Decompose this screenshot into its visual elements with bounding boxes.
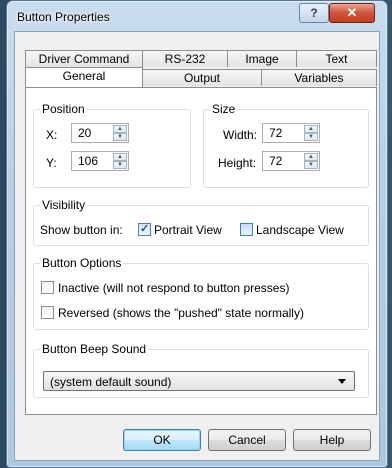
y-label: Y: xyxy=(46,156,57,170)
tab-output[interactable]: Output xyxy=(142,69,262,86)
tab-text[interactable]: Text xyxy=(296,50,377,67)
visibility-legend: Visibility xyxy=(42,198,86,212)
title-bar[interactable]: Button Properties ? ✕ xyxy=(7,1,387,31)
close-icon[interactable]: ✕ xyxy=(329,3,375,23)
y-spinner[interactable]: 106 ▲ ▼ xyxy=(71,151,129,171)
position-legend: Position xyxy=(42,102,85,116)
visibility-group: Visibility xyxy=(33,198,369,246)
height-decrement-button[interactable]: ▼ xyxy=(304,161,318,169)
height-spinner[interactable]: 72 ▲ ▼ xyxy=(262,151,320,171)
reversed-label[interactable]: Reversed (shows the "pushed" state norma… xyxy=(58,306,304,320)
height-value[interactable]: 72 xyxy=(269,154,282,168)
landscape-view-checkbox[interactable] xyxy=(240,223,253,236)
cancel-button[interactable]: Cancel xyxy=(208,429,286,451)
width-spinner[interactable]: 72 ▲ ▼ xyxy=(262,123,320,143)
tab-panel-general: Position X: 20 ▲ ▼ Y: 106 ▲ ▼ Size Width… xyxy=(25,87,377,415)
width-decrement-button[interactable]: ▼ xyxy=(304,133,318,141)
beep-sound-select[interactable]: (system default sound) xyxy=(43,371,355,391)
width-increment-button[interactable]: ▲ xyxy=(304,125,318,133)
x-value[interactable]: 20 xyxy=(78,126,91,140)
tab-general[interactable]: General xyxy=(25,67,143,87)
width-label: Width: xyxy=(223,128,258,142)
size-legend: Size xyxy=(212,102,236,116)
landscape-view-label[interactable]: Landscape View xyxy=(256,223,344,237)
y-decrement-button[interactable]: ▼ xyxy=(113,161,127,169)
y-value[interactable]: 106 xyxy=(78,154,98,168)
tab-image[interactable]: Image xyxy=(227,50,297,67)
tab-rs-232[interactable]: RS-232 xyxy=(142,50,228,67)
reversed-checkbox[interactable] xyxy=(41,306,54,319)
x-label: X: xyxy=(46,128,58,142)
y-increment-button[interactable]: ▲ xyxy=(113,153,127,161)
height-label: Height: xyxy=(218,156,257,170)
beep-sound-selected: (system default sound) xyxy=(50,375,172,389)
position-group: Position xyxy=(33,102,191,188)
portrait-view-checkbox[interactable]: ✓ xyxy=(138,223,151,236)
dialog-window: Button Properties ? ✕ Driver Command RS-… xyxy=(6,0,388,468)
show-button-in-label: Show button in: xyxy=(40,223,123,237)
x-spinner[interactable]: 20 ▲ ▼ xyxy=(71,123,129,143)
inactive-checkbox[interactable] xyxy=(41,281,54,294)
tab-variables[interactable]: Variables xyxy=(261,69,377,86)
width-value[interactable]: 72 xyxy=(269,126,282,140)
height-increment-button[interactable]: ▲ xyxy=(304,153,318,161)
chevron-down-icon[interactable] xyxy=(338,379,346,384)
tab-driver-command[interactable]: Driver Command xyxy=(25,50,143,67)
inactive-label[interactable]: Inactive (will not respond to button pre… xyxy=(58,281,289,295)
button-options-legend: Button Options xyxy=(42,256,122,270)
checkmark-icon: ✓ xyxy=(140,223,150,235)
ok-button[interactable]: OK xyxy=(123,429,201,451)
x-increment-button[interactable]: ▲ xyxy=(113,125,127,133)
window-title: Button Properties xyxy=(17,10,110,24)
x-decrement-button[interactable]: ▼ xyxy=(113,133,127,141)
beep-sound-legend: Button Beep Sound xyxy=(42,342,147,356)
size-group: Size xyxy=(203,102,369,188)
help-button[interactable]: Help xyxy=(293,429,371,451)
help-icon[interactable]: ? xyxy=(299,3,329,23)
portrait-view-label[interactable]: Portrait View xyxy=(154,223,222,237)
